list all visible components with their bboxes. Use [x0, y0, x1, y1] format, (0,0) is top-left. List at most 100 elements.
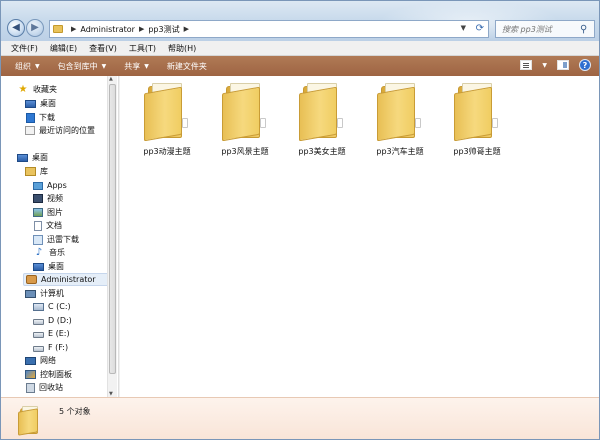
folder-icon: [452, 82, 502, 142]
folder-item[interactable]: pp3汽车主题: [363, 82, 437, 162]
sidebar-item-desktop[interactable]: 桌面: [17, 151, 48, 164]
sidebar-item-documents[interactable]: 文档: [33, 219, 62, 232]
sidebar-item-recent[interactable]: 最近访问的位置: [25, 124, 95, 137]
sidebar-item-music[interactable]: ♪ 音乐: [33, 246, 65, 259]
forward-arrow-icon: ▶: [31, 22, 39, 33]
search-icon[interactable]: ⚲: [580, 24, 587, 35]
folder-item[interactable]: pp3风景主题: [208, 82, 282, 162]
menu-view[interactable]: 查看(V): [89, 43, 117, 54]
scrollbar-thumb[interactable]: [109, 84, 116, 374]
help-icon[interactable]: ?: [579, 59, 591, 71]
preview-pane-icon[interactable]: [557, 60, 569, 70]
menu-help[interactable]: 帮助(H): [168, 43, 196, 54]
file-list: pp3动漫主题 pp3风景主题 pp3美女主题 pp3汽车主题 pp3帅哥主题: [121, 76, 599, 397]
sidebar-item-drive-f[interactable]: F (F:): [33, 341, 68, 354]
breadcrumb-separator-icon[interactable]: ▶: [184, 25, 189, 33]
system-drive-icon: [33, 303, 44, 311]
folder-icon: [142, 82, 192, 142]
control-panel-icon: [25, 370, 36, 379]
sidebar-item-lib-desktop[interactable]: 桌面: [33, 260, 64, 273]
recycle-bin-icon: [26, 382, 35, 393]
search-box[interactable]: ⚲: [495, 20, 595, 38]
downloads-icon: [26, 112, 35, 123]
video-icon: [33, 194, 43, 203]
drive-icon: [33, 345, 44, 352]
chevron-down-icon: ▼: [101, 62, 107, 70]
folder-icon: [17, 406, 43, 436]
sidebar-item-favorites[interactable]: ★ 收藏夹: [17, 83, 57, 96]
folder-name: pp3动漫主题: [143, 147, 191, 156]
explorer-window: ◀ ▶ ▶ Administrator ▶ pp3测试 ▶ ▼ ⟳ ⚲ 文件(F…: [0, 0, 600, 440]
desktop-icon: [17, 153, 28, 162]
address-dropdown-icon[interactable]: ▼: [461, 24, 466, 32]
back-button[interactable]: ◀: [7, 19, 25, 37]
sidebar-item-network[interactable]: 网络: [25, 354, 56, 367]
folder-icon: [297, 82, 347, 142]
sidebar-item-label: 收藏夹: [33, 85, 57, 94]
share-button[interactable]: 共享 ▼: [124, 61, 149, 72]
sidebar-item-control-panel[interactable]: 控制面板: [25, 368, 72, 381]
sidebar-item-videos[interactable]: 视频: [33, 192, 63, 205]
title-bar: ◀ ▶ ▶ Administrator ▶ pp3测试 ▶ ▼ ⟳ ⚲: [1, 1, 599, 41]
sidebar-item-recycle-bin[interactable]: 回收站: [25, 381, 63, 394]
menu-edit[interactable]: 编辑(E): [50, 43, 77, 54]
pane-splitter[interactable]: [118, 76, 120, 397]
address-bar[interactable]: ▶ Administrator ▶ pp3测试 ▶ ▼ ⟳: [49, 20, 489, 38]
view-options-icon[interactable]: [520, 60, 533, 70]
folder-item[interactable]: pp3动漫主题: [130, 82, 204, 162]
desktop-icon: [33, 262, 44, 271]
sidebar-scrollbar[interactable]: ▲ ▼: [107, 76, 117, 397]
recent-places-icon: [25, 126, 35, 135]
search-input[interactable]: [502, 24, 580, 34]
music-icon: ♪: [35, 246, 43, 258]
organize-label: 组织: [15, 61, 31, 71]
sidebar-item-label: 下载: [39, 113, 55, 122]
item-count: 5 个对象: [59, 407, 91, 416]
sidebar-item-label: 库: [40, 167, 48, 176]
chevron-down-icon[interactable]: ▼: [542, 62, 547, 69]
sidebar-item-label: 视频: [47, 194, 63, 203]
sidebar-item-label: 桌面: [40, 99, 56, 108]
drive-icon: [33, 318, 44, 325]
breadcrumb-item[interactable]: pp3测试: [148, 24, 179, 35]
sidebar-item-label: 计算机: [40, 289, 64, 298]
sidebar-item-label: 文档: [46, 221, 62, 230]
new-folder-button[interactable]: 新建文件夹: [167, 61, 207, 72]
sidebar-item-apps[interactable]: Apps: [33, 179, 67, 192]
include-library-button[interactable]: 包含到库中 ▼: [58, 61, 107, 72]
sidebar-item-label: Administrator: [41, 275, 96, 284]
apps-icon: [33, 181, 43, 190]
sidebar-item-administrator[interactable]: Administrator: [23, 273, 111, 286]
sidebar-item-library[interactable]: 库: [25, 165, 48, 178]
refresh-icon[interactable]: ⟳: [476, 23, 484, 34]
folder-item[interactable]: pp3帅哥主题: [440, 82, 514, 162]
menu-file[interactable]: 文件(F): [11, 43, 38, 54]
sidebar-item-label: 最近访问的位置: [39, 126, 95, 135]
chevron-down-icon: ▼: [35, 62, 40, 70]
sidebar-item-desktop-fav[interactable]: 桌面: [25, 97, 56, 110]
organize-button[interactable]: 组织 ▼: [15, 61, 40, 72]
sidebar-item-computer[interactable]: 计算机: [25, 287, 64, 300]
folder-name: pp3汽车主题: [376, 147, 424, 156]
forward-button[interactable]: ▶: [26, 19, 44, 37]
sidebar-item-drive-e[interactable]: E (E:): [33, 327, 70, 340]
sidebar-item-xunlei[interactable]: 迅雷下载: [33, 233, 79, 246]
sidebar-item-downloads[interactable]: 下载: [25, 111, 55, 124]
folder-item[interactable]: pp3美女主题: [285, 82, 359, 162]
breadcrumb-item[interactable]: Administrator: [80, 25, 135, 34]
sidebar-item-label: F (F:): [48, 343, 69, 352]
command-bar: 组织 ▼ 包含到库中 ▼ 共享 ▼ 新建文件夹 ▼ ?: [1, 56, 599, 76]
sidebar-item-label: 桌面: [32, 153, 48, 162]
sidebar-item-label: 控制面板: [40, 370, 72, 379]
sidebar-item-pictures[interactable]: 图片: [33, 206, 63, 219]
sidebar-item-drive-c[interactable]: C (C:): [33, 300, 71, 313]
sidebar-item-label: E (E:): [48, 329, 70, 338]
new-folder-label: 新建文件夹: [166, 61, 207, 71]
breadcrumb-separator-icon[interactable]: ▶: [71, 25, 76, 33]
star-icon: ★: [18, 83, 28, 95]
scroll-up-icon[interactable]: ▲: [109, 76, 113, 82]
sidebar-item-label: 图片: [47, 208, 63, 217]
menu-tools[interactable]: 工具(T): [129, 43, 156, 54]
breadcrumb-separator-icon[interactable]: ▶: [139, 25, 144, 33]
sidebar-item-drive-d[interactable]: D (D:): [33, 314, 72, 327]
